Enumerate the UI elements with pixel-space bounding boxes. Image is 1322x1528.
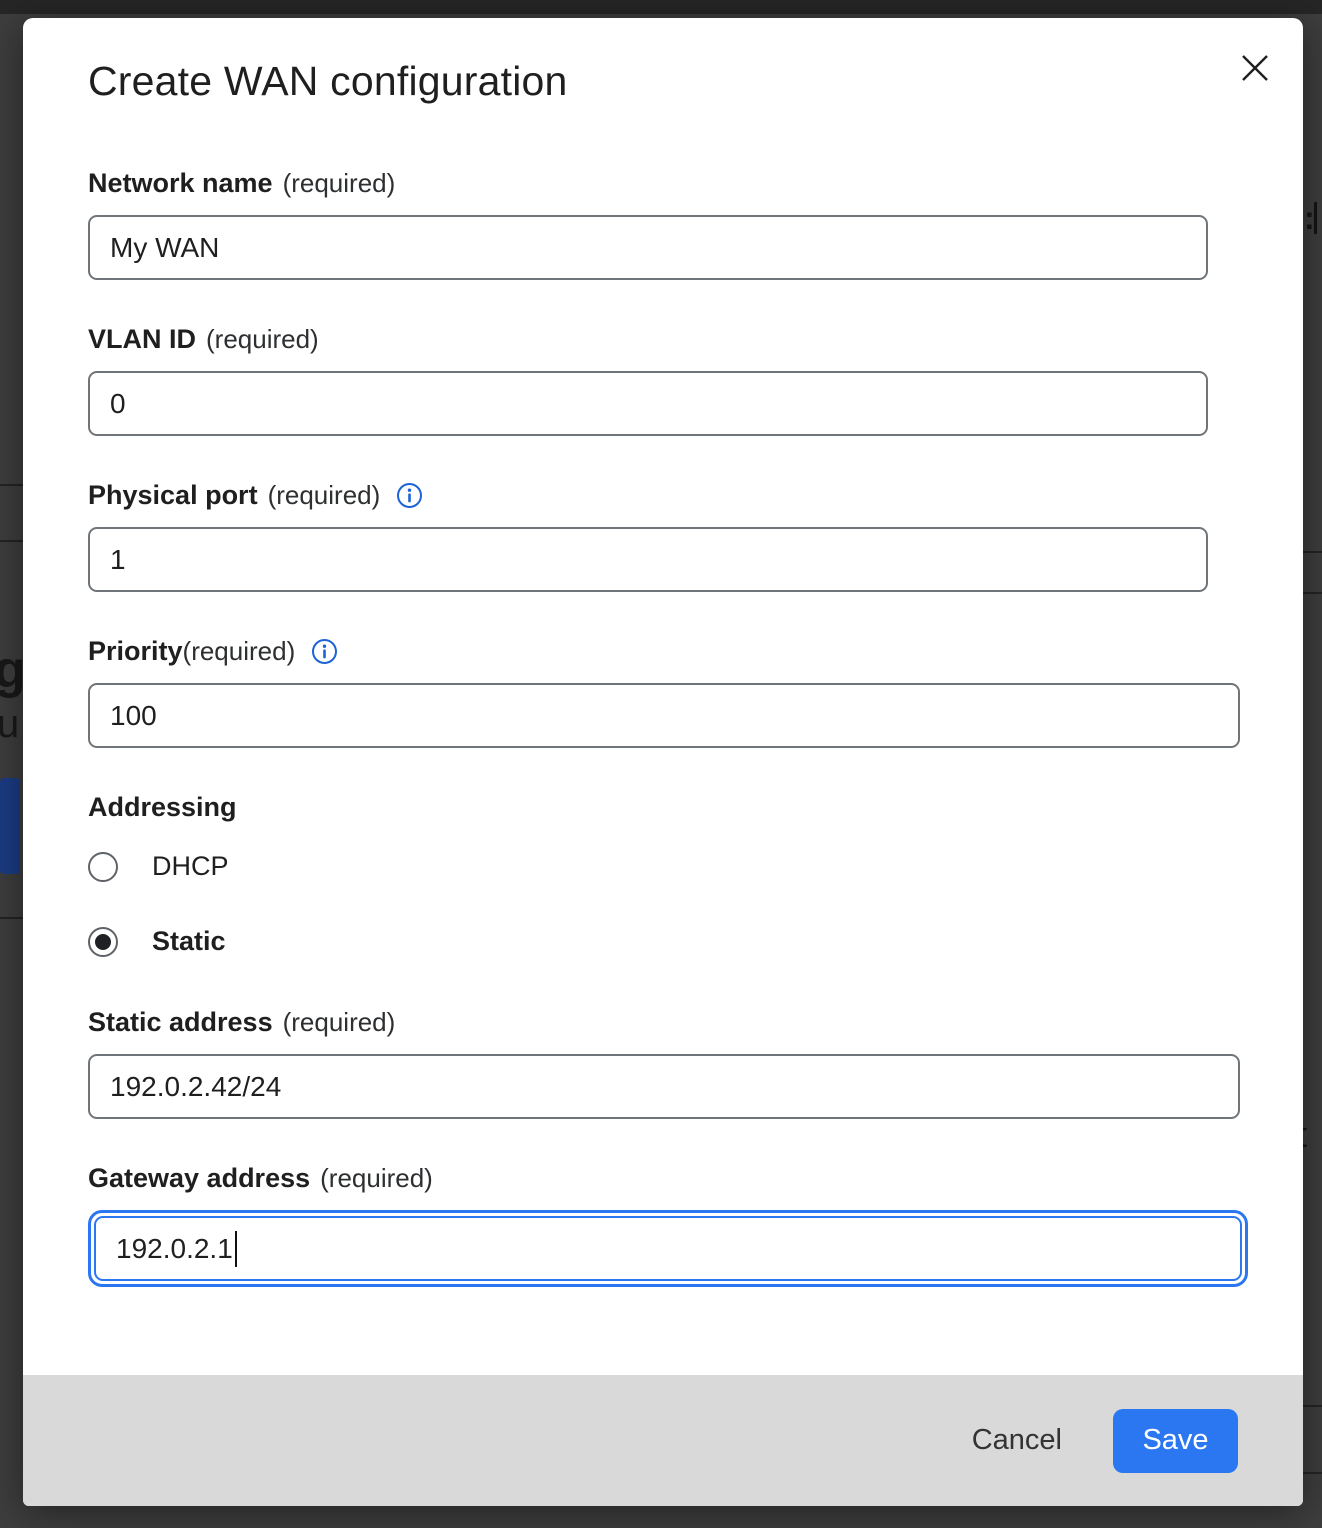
field-gateway-address: Gateway address (required) 192.0.2.1 bbox=[88, 1163, 1263, 1287]
field-static-address: Static address (required) bbox=[88, 1007, 1263, 1119]
gateway-address-label: Gateway address bbox=[88, 1163, 310, 1194]
field-vlan-id: VLAN ID (required) bbox=[88, 324, 1263, 436]
static-address-input[interactable] bbox=[88, 1054, 1240, 1119]
priority-input[interactable] bbox=[88, 683, 1240, 748]
background-row-divider bbox=[1303, 1405, 1322, 1407]
addressing-heading: Addressing bbox=[88, 792, 1263, 823]
required-hint: (required) bbox=[283, 1007, 396, 1038]
radio-dhcp[interactable]: DHCP bbox=[88, 851, 1263, 882]
background-text-fragment bbox=[1314, 202, 1317, 234]
network-name-input[interactable] bbox=[88, 215, 1208, 280]
radio-dhcp-label: DHCP bbox=[152, 851, 229, 882]
background-row-divider bbox=[1303, 1472, 1322, 1474]
network-name-label: Network name bbox=[88, 168, 273, 199]
gateway-address-input[interactable]: 192.0.2.1 bbox=[94, 1216, 1242, 1281]
modal-content: Create WAN configuration Network name (r… bbox=[23, 18, 1303, 1375]
save-button[interactable]: Save bbox=[1113, 1409, 1238, 1473]
field-network-name: Network name (required) bbox=[88, 168, 1263, 280]
radio-static-label: Static bbox=[152, 926, 226, 957]
cancel-button[interactable]: Cancel bbox=[970, 1418, 1064, 1463]
required-hint: (required) bbox=[183, 636, 296, 667]
modal-title: Create WAN configuration bbox=[88, 56, 1263, 106]
gateway-address-focus-ring: 192.0.2.1 bbox=[88, 1210, 1248, 1287]
field-physical-port: Physical port (required) bbox=[88, 480, 1263, 592]
close-icon[interactable] bbox=[1235, 48, 1275, 88]
vlan-id-input[interactable] bbox=[88, 371, 1208, 436]
radio-button-icon[interactable] bbox=[88, 852, 118, 882]
radio-button-icon[interactable] bbox=[88, 927, 118, 957]
background-row-divider bbox=[1303, 592, 1322, 594]
radio-static[interactable]: Static bbox=[88, 926, 1263, 957]
priority-label: Priority bbox=[88, 636, 183, 667]
create-wan-modal: Create WAN configuration Network name (r… bbox=[23, 18, 1303, 1506]
background-header-strip bbox=[0, 0, 1322, 14]
required-hint: (required) bbox=[320, 1163, 433, 1194]
background-button-fragment bbox=[0, 778, 20, 874]
background-text-fragment: g bbox=[0, 640, 26, 700]
modal-footer: Cancel Save bbox=[23, 1375, 1303, 1506]
vlan-id-label: VLAN ID bbox=[88, 324, 196, 355]
physical-port-input[interactable] bbox=[88, 527, 1208, 592]
static-address-label: Static address bbox=[88, 1007, 273, 1038]
info-icon[interactable] bbox=[311, 638, 338, 665]
required-hint: (required) bbox=[206, 324, 319, 355]
required-hint: (required) bbox=[283, 168, 396, 199]
field-priority: Priority (required) bbox=[88, 636, 1263, 748]
info-icon[interactable] bbox=[396, 482, 423, 509]
physical-port-label: Physical port bbox=[88, 480, 258, 511]
background-row-divider bbox=[1303, 551, 1322, 553]
gateway-address-value: 192.0.2.1 bbox=[116, 1233, 233, 1265]
text-cursor bbox=[235, 1231, 237, 1267]
background-text-fragment: u bbox=[0, 702, 19, 747]
required-hint: (required) bbox=[268, 480, 381, 511]
